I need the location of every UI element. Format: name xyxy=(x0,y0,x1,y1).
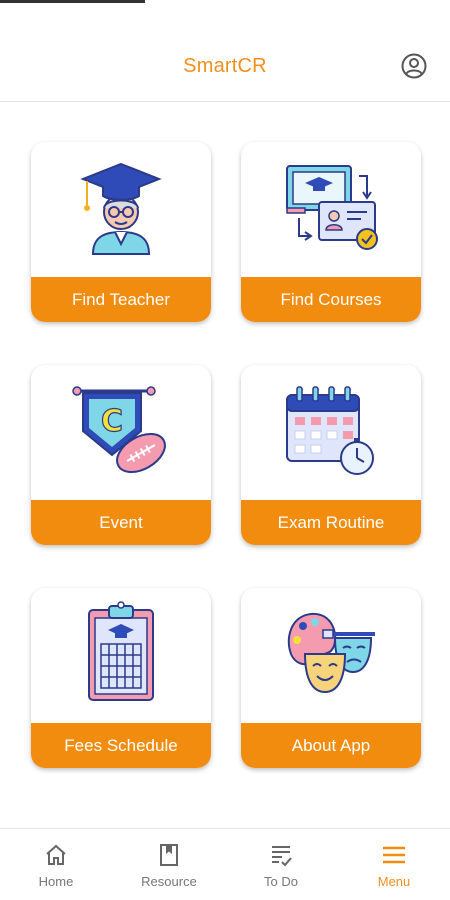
nav-item-resource[interactable]: Resource xyxy=(113,829,225,900)
card-label: Fees Schedule xyxy=(31,723,211,768)
card-label: Event xyxy=(31,500,211,545)
about-app-card[interactable]: About App xyxy=(241,588,421,768)
nav-label-resource: Resource xyxy=(141,874,197,889)
card-label: About App xyxy=(241,723,421,768)
nav-label-home: Home xyxy=(38,874,74,889)
event-card[interactable]: C Event xyxy=(31,365,211,545)
event-pennant-football-icon: C xyxy=(72,386,166,473)
exam-routine-card[interactable]: Exam Routine xyxy=(241,365,421,545)
fees-schedule-card[interactable]: Fees Schedule xyxy=(31,588,211,768)
home-icon xyxy=(46,844,66,865)
card-label: Exam Routine xyxy=(241,500,421,545)
nav-label-menu: Menu xyxy=(377,874,411,889)
hamburger-menu-icon xyxy=(383,846,405,864)
checklist-icon xyxy=(272,846,292,867)
calendar-clock-icon xyxy=(286,386,374,475)
profile-button[interactable] xyxy=(400,52,428,80)
course-board-icon xyxy=(286,165,378,250)
nav-label-todo: To Do xyxy=(264,874,298,889)
teacher-graduate-icon xyxy=(80,162,162,255)
nav-item-home[interactable]: Home xyxy=(0,829,112,900)
bottom-navigation: Home Resource To Do Menu xyxy=(0,828,450,900)
palette-masks-icon xyxy=(287,612,375,694)
card-label: Find Teacher xyxy=(31,277,211,322)
app-bar: SmartCR xyxy=(0,0,450,102)
app-screen: SmartCR Find Teacher Find Courses C Even… xyxy=(0,0,450,900)
account-circle-icon xyxy=(401,53,427,79)
app-title: SmartCR xyxy=(183,55,267,77)
find-courses-card[interactable]: Find Courses xyxy=(241,142,421,322)
card-label: Find Courses xyxy=(241,277,421,322)
nav-item-todo[interactable]: To Do xyxy=(225,829,337,900)
bookmark-book-icon xyxy=(160,844,178,866)
svg-text:C: C xyxy=(101,404,123,439)
clipboard-grid-icon xyxy=(88,601,154,701)
nav-item-menu[interactable]: Menu xyxy=(338,829,450,900)
find-teacher-card[interactable]: Find Teacher xyxy=(31,142,211,322)
